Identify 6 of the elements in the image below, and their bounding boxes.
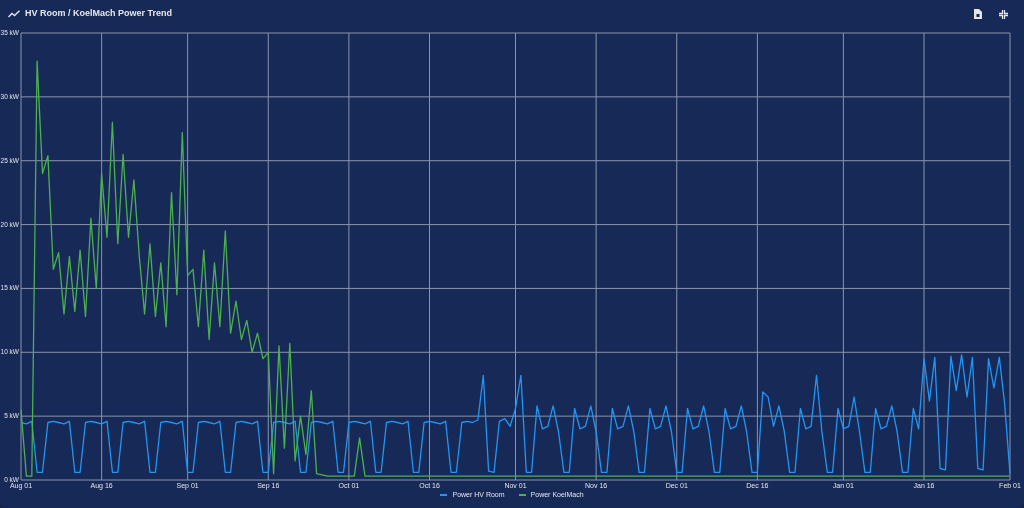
document-icon[interactable] (974, 9, 982, 19)
legend-swatch (440, 494, 448, 497)
trend-line-icon (8, 10, 20, 18)
collapse-icon[interactable] (999, 9, 1008, 19)
card-title: HV Room / KoelMach Power Trend (25, 7, 173, 21)
legend-swatch (518, 494, 526, 497)
